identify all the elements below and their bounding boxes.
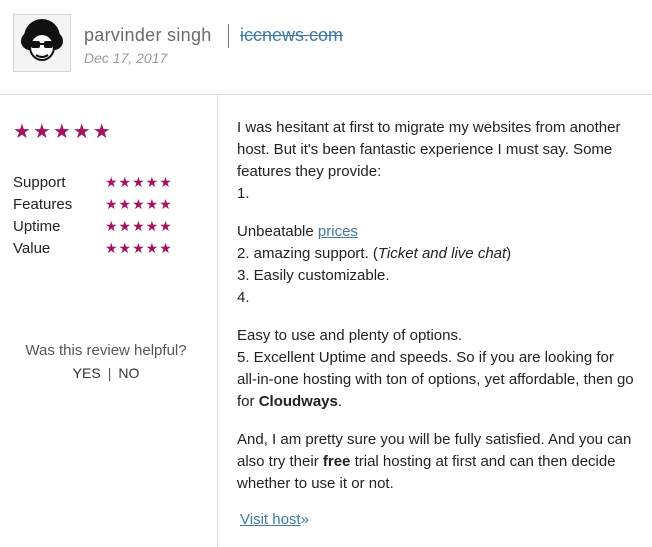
reviewer-host-link[interactable]: iccnews.com (240, 25, 343, 46)
rating-breakdown: Support ★★★★★ Features ★★★★★ Uptime ★★★★… (13, 174, 193, 262)
avatar[interactable] (13, 14, 71, 72)
header-divider-line (0, 94, 652, 95)
helpful-actions: YES | NO (0, 365, 212, 381)
review-text: Unbeatable (237, 223, 318, 240)
helpful-separator: | (107, 365, 112, 381)
review-paragraph: Easy to use and plenty of options. 5. Ex… (237, 325, 637, 413)
rating-stars: ★★★★★ (105, 241, 173, 257)
review-text: I was hesitant at first to migrate my we… (237, 119, 621, 180)
review-bold-text: free (322, 453, 351, 470)
review-header: parvinder singh Dec 17, 2017 iccnews.com (0, 0, 652, 94)
review-text: Easy to use and plenty of options. (237, 327, 463, 344)
review-italic-text: Ticket and live chat (377, 245, 507, 262)
rating-stars: ★★★★★ (105, 175, 173, 191)
review-text: 2. amazing support. ( (237, 245, 378, 262)
rating-label: Features (13, 196, 73, 213)
overall-rating-stars: ★★★★★ (13, 119, 113, 143)
rating-label: Value (13, 240, 51, 257)
rating-row-features: Features ★★★★★ (13, 196, 193, 218)
rating-label: Uptime (13, 218, 61, 235)
rating-stars: ★★★★★ (105, 219, 173, 235)
afro-avatar-icon (14, 15, 70, 71)
helpful-no-button[interactable]: NO (118, 365, 139, 381)
review-paragraph: I was hesitant at first to migrate my we… (237, 117, 637, 205)
visit-host: Visit host» (240, 511, 309, 528)
rating-row-uptime: Uptime ★★★★★ (13, 218, 193, 240)
rating-stars: ★★★★★ (105, 197, 173, 213)
review-paragraph: And, I am pretty sure you will be fully … (237, 429, 637, 495)
rating-row-support: Support ★★★★★ (13, 174, 193, 196)
review-paragraph: Unbeatable prices 2. amazing support. (T… (237, 221, 637, 309)
review-bold-text: Cloudways (258, 393, 338, 410)
column-divider-line (217, 95, 218, 547)
header-divider (228, 24, 229, 48)
review-text: 1. (237, 185, 250, 202)
prices-link[interactable]: prices (318, 223, 358, 240)
rating-label: Support (13, 174, 66, 191)
review-date: Dec 17, 2017 (84, 50, 168, 66)
review-text: 3. Easily customizable. (237, 267, 390, 284)
review-text: . (337, 393, 343, 410)
helpful-question: Was this review helpful? (25, 342, 187, 359)
helpful-yes-button[interactable]: YES (73, 365, 101, 381)
reviewer-name: parvinder singh (84, 25, 212, 45)
double-chevron-right-icon: » (300, 511, 309, 528)
visit-host-link[interactable]: Visit host (240, 511, 301, 528)
review-text: 4. (237, 289, 250, 306)
review-text: ) (506, 245, 512, 262)
rating-row-value: Value ★★★★★ (13, 240, 193, 262)
review-body: I was hesitant at first to migrate my we… (237, 117, 637, 511)
